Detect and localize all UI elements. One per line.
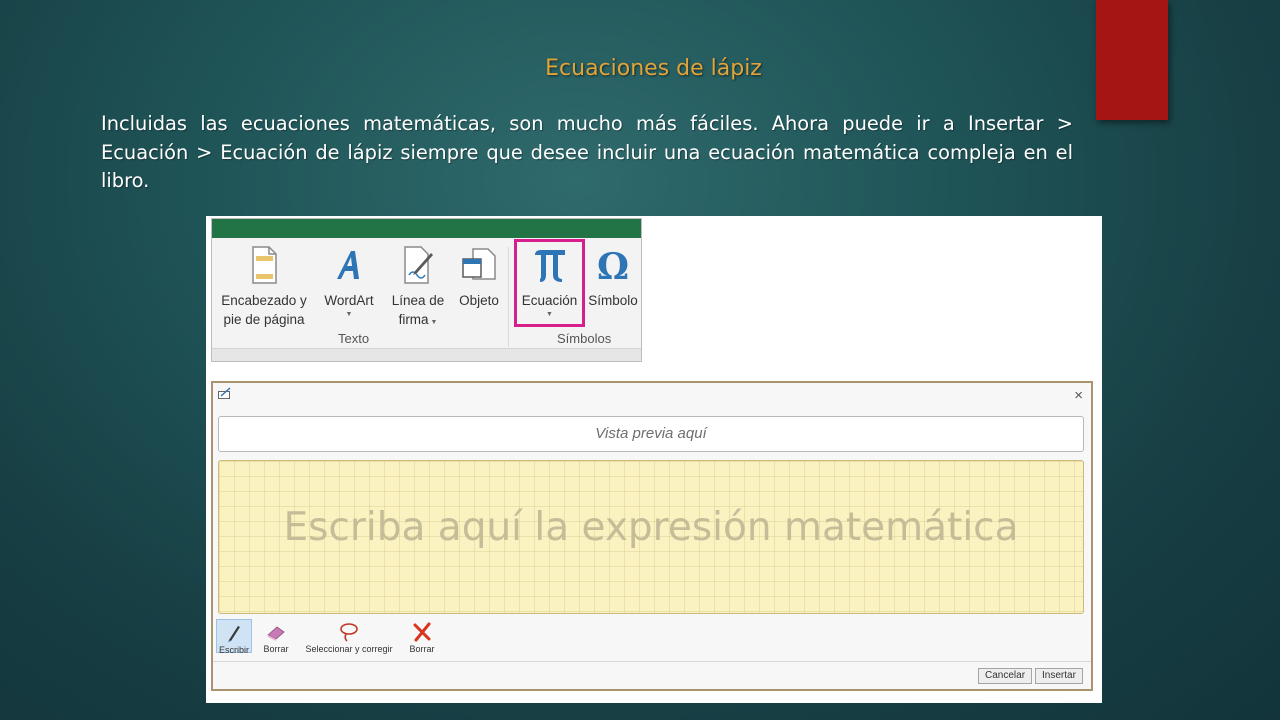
screenshot-panel: Encabezado y pie de página WordArt ▼ Lín… <box>206 216 1102 703</box>
clear-tool-label: Borrar <box>409 644 435 654</box>
symbol-button[interactable]: Ω Símbolo <box>586 243 640 310</box>
lasso-icon <box>340 623 358 642</box>
wordart-button[interactable]: WordArt ▼ <box>318 243 380 320</box>
preview-box: Vista previa aquí <box>218 416 1084 452</box>
signature-line-label-2: firma <box>398 312 429 327</box>
eraser-tool[interactable]: Borrar <box>259 619 293 654</box>
ribbon-bottom-strip <box>212 348 641 361</box>
insert-button[interactable]: Insertar <box>1035 668 1083 684</box>
header-footer-label-2: pie de página <box>223 312 305 327</box>
svg-text:Ω: Ω <box>597 246 629 285</box>
select-correct-tool-label: Seleccionar y corregir <box>305 644 393 654</box>
write-tool[interactable]: Escribir <box>216 619 252 655</box>
equation-highlight-box <box>514 239 585 327</box>
header-footer-button[interactable]: Encabezado y pie de página <box>216 243 312 329</box>
signature-line-icon <box>404 246 433 284</box>
ink-writing-area[interactable]: Escriba aquí la expresión matemática <box>218 460 1084 614</box>
slide-body-text: Incluidas las ecuaciones matemáticas, so… <box>101 112 1073 193</box>
select-correct-tool[interactable]: Seleccionar y corregir <box>299 619 399 654</box>
header-footer-label-1: Encabezado y <box>221 293 307 308</box>
close-icon[interactable]: × <box>1074 387 1083 404</box>
object-button[interactable]: Objeto <box>454 243 504 310</box>
group-label-simbolos: Símbolos <box>557 331 612 346</box>
wordart-icon <box>337 251 359 279</box>
preview-placeholder: Vista previa aquí <box>595 425 707 442</box>
eraser-tool-label: Borrar <box>263 644 289 654</box>
group-label-texto: Texto <box>338 331 370 346</box>
ribbon-title-bar <box>212 219 641 238</box>
header-footer-icon <box>252 246 277 284</box>
wordart-dropdown-icon: ▼ <box>345 311 353 318</box>
signature-line-label-1: Línea de <box>391 293 445 308</box>
wordart-label: WordArt <box>324 293 374 308</box>
cancel-button[interactable]: Cancelar <box>978 668 1033 684</box>
object-label: Objeto <box>459 293 499 308</box>
pen-icon <box>228 626 240 642</box>
group-separator <box>508 247 509 347</box>
eraser-icon <box>267 626 285 641</box>
ink-hint-text: Escriba aquí la expresión matemática <box>283 505 1019 550</box>
object-icon <box>462 248 496 280</box>
clear-tool[interactable]: Borrar <box>405 619 439 654</box>
dialog-footer: Cancelar Insertar <box>213 661 1091 689</box>
symbol-label: Símbolo <box>588 293 638 308</box>
write-tool-label: Escribir <box>218 645 249 655</box>
ink-equation-app-icon <box>218 387 231 399</box>
insert-ribbon: Encabezado y pie de página WordArt ▼ Lín… <box>211 218 642 362</box>
slide-title: Ecuaciones de lápiz <box>545 56 762 81</box>
signature-dropdown-icon: ▼ <box>428 319 438 326</box>
ink-equation-dialog: × Vista previa aquí Escriba aquí la expr… <box>211 381 1093 691</box>
omega-icon: Ω <box>597 246 629 285</box>
signature-line-button[interactable]: Línea de firma ▼ <box>386 243 450 332</box>
clear-x-icon <box>413 622 431 642</box>
